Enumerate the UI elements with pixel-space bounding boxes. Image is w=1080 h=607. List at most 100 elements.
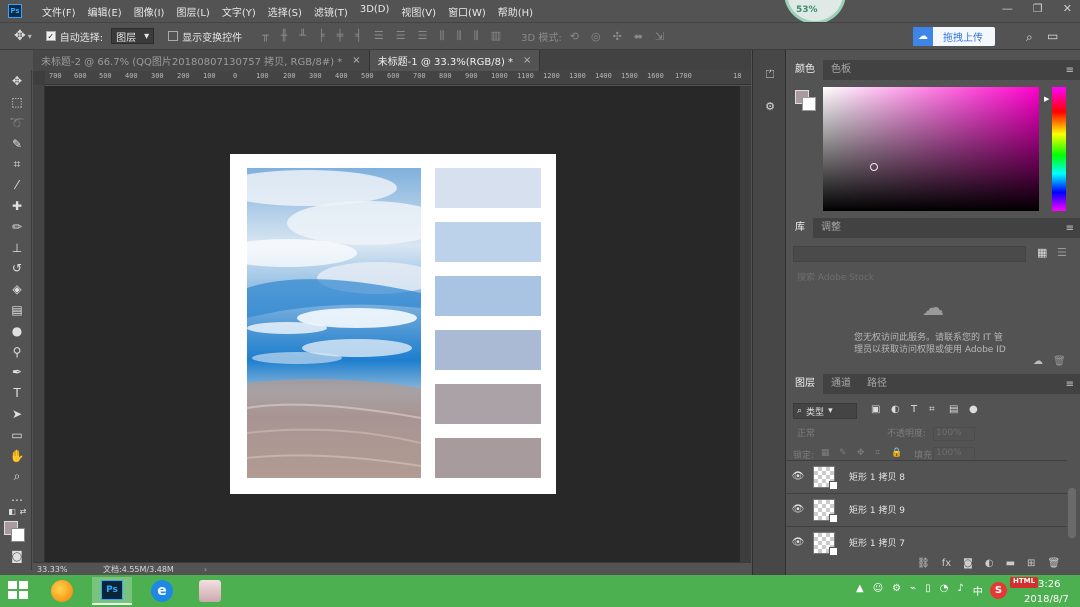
pen-icon[interactable]: ✒ (9, 364, 25, 380)
sogou-input-icon[interactable]: S (990, 582, 1007, 599)
restore-icon[interactable]: ❐ (1033, 2, 1043, 15)
3d-rotate-icon[interactable]: ⟲ (570, 30, 579, 43)
horizontal-ruler[interactable]: 700 600 500 400 300 200 100 0 100 200 30… (45, 71, 751, 85)
vertical-scrollbar[interactable] (740, 86, 751, 562)
performance-widget[interactable]: 53% (784, 0, 846, 24)
new-layer-icon[interactable]: ⊞ (1027, 558, 1035, 569)
clock-date[interactable]: 2018/8/7 (1024, 594, 1069, 605)
taskbar-folder-app[interactable] (42, 577, 82, 605)
distribute-left-icon[interactable]: ⫼ (440, 29, 445, 43)
tab-channels[interactable]: 通道 (823, 374, 859, 394)
tab-swatches[interactable]: 色板 (823, 60, 859, 80)
3d-roll-icon[interactable]: ◎ (591, 30, 601, 43)
opacity-input[interactable]: 100% (933, 427, 975, 441)
properties-panel-icon[interactable]: ⚙ (763, 100, 777, 114)
show-transform-checkbox[interactable] (168, 31, 179, 41)
gradient-icon[interactable]: ▤ (9, 302, 25, 318)
layers-scrollbar[interactable] (1068, 488, 1076, 538)
taskbar-photoshop-app[interactable]: Ps (92, 577, 132, 605)
marquee-icon[interactable]: ⬚ (9, 94, 25, 110)
visibility-eye-icon[interactable]: 👁 (787, 471, 809, 482)
menu-image[interactable]: 图像(I) (128, 4, 171, 19)
tab-layers[interactable]: 图层 (787, 374, 823, 394)
align-hcenter-icon[interactable]: ╪ (337, 29, 344, 43)
color-swatch-6[interactable] (435, 438, 541, 478)
color-picker-cursor[interactable] (870, 163, 878, 171)
filter-toggle-icon[interactable]: ● (969, 404, 978, 415)
vertical-ruler[interactable] (33, 85, 45, 563)
clone-stamp-icon[interactable]: ⊥ (9, 240, 25, 256)
panel-background-swatch[interactable] (802, 97, 816, 111)
panel-menu-icon[interactable]: ≡ (1066, 379, 1074, 390)
type-icon[interactable]: T (9, 385, 25, 401)
adjustment-layer-icon[interactable]: ◐ (985, 558, 994, 569)
distribute-right-icon[interactable]: ⫼ (474, 29, 479, 43)
blur-icon[interactable]: ● (9, 323, 25, 339)
tab-color[interactable]: 颜色 (787, 60, 823, 80)
distribute-vcenter-icon[interactable]: ☰ (396, 29, 406, 43)
healing-brush-icon[interactable]: ✚ (9, 198, 25, 214)
layer-name[interactable]: 矩形 1 拷贝 7 (849, 536, 905, 549)
qq-icon[interactable]: ☺ (873, 583, 883, 598)
3d-pan-icon[interactable]: ✣ (613, 30, 622, 43)
move-tool-icon[interactable]: ✥ (14, 28, 26, 44)
layer-row[interactable]: 👁 矩形 1 拷贝 7 (787, 526, 1067, 558)
dodge-icon[interactable]: ⚲ (9, 344, 25, 360)
history-brush-icon[interactable]: ↺ (9, 260, 25, 276)
taskbar-photo-app[interactable] (190, 577, 230, 605)
tab-document-2[interactable]: 未标题-2 @ 66.7% (QQ图片20180807130757 拷贝, RG… (33, 50, 370, 71)
align-left-icon[interactable]: ╞ (318, 29, 325, 43)
minimize-icon[interactable]: — (1002, 2, 1013, 15)
color-swatch-5[interactable] (435, 384, 541, 424)
quick-select-icon[interactable]: ✎ (9, 136, 25, 152)
close-icon[interactable]: × (352, 55, 360, 66)
tray-wifi-icon[interactable]: ◔ (940, 583, 949, 598)
brush-icon[interactable]: ✏ (9, 219, 25, 235)
hue-slider[interactable] (1052, 87, 1066, 211)
color-picker-field[interactable] (823, 87, 1039, 211)
clock-time[interactable]: 3:26 (1038, 579, 1060, 590)
menu-file[interactable]: 文件(F) (36, 4, 82, 19)
background-color-swatch[interactable] (11, 528, 25, 542)
path-select-icon[interactable]: ➤ (9, 406, 25, 422)
menu-3d[interactable]: 3D(D) (354, 4, 396, 19)
auto-align-icon[interactable]: ▥ (491, 29, 501, 43)
zoom-icon[interactable]: ⌕ (9, 468, 25, 484)
distribute-bottom-icon[interactable]: ☰ (418, 29, 428, 43)
panel-menu-icon[interactable]: ≡ (1066, 223, 1074, 234)
delete-layer-icon[interactable]: 🗑 (1047, 558, 1060, 569)
menu-help[interactable]: 帮助(H) (492, 4, 539, 19)
new-group-icon[interactable]: ▬ (1006, 558, 1015, 569)
drag-upload-button[interactable]: ☁ 拖拽上传 (913, 27, 995, 46)
color-swatch-3[interactable] (435, 276, 541, 316)
tab-adjustments[interactable]: 调整 (813, 218, 849, 238)
crop-icon[interactable]: ⌗ (9, 156, 25, 172)
rectangle-icon[interactable]: ▭ (9, 427, 25, 443)
layer-name[interactable]: 矩形 1 拷贝 8 (849, 470, 905, 483)
tray-app-icon[interactable]: ⚙ (892, 583, 901, 598)
filter-shape-icon[interactable]: ⌗ (929, 404, 935, 415)
align-bottom-icon[interactable]: ╨ (299, 29, 306, 43)
tray-network-icon[interactable]: ⌁ (910, 583, 916, 598)
close-icon[interactable]: ✕ (1063, 2, 1072, 15)
panel-menu-icon[interactable]: ≡ (1066, 65, 1074, 76)
move-icon[interactable]: ✥ (9, 73, 25, 89)
menu-filter[interactable]: 滤镜(T) (308, 4, 354, 19)
visibility-eye-icon[interactable]: 👁 (787, 504, 809, 515)
input-method-icon[interactable]: 中 (973, 583, 983, 598)
layer-filter-dropdown[interactable]: ⌕ 类型 ▾ (793, 403, 857, 419)
align-vcenter-icon[interactable]: ╫ (281, 29, 288, 43)
windows-start-icon[interactable] (8, 581, 30, 601)
color-swatch-2[interactable] (435, 222, 541, 262)
workspace-icon[interactable]: ▭ (1047, 29, 1058, 43)
align-top-icon[interactable]: ╥ (262, 29, 269, 43)
tray-battery-icon[interactable]: ▯ (925, 583, 931, 598)
lock-position-icon[interactable]: ✥ (857, 448, 865, 458)
auto-select-target-dropdown[interactable]: 图层 ▾ (111, 28, 155, 44)
more-tools-icon[interactable]: … (9, 489, 25, 505)
lock-pixels-icon[interactable]: ✎ (839, 448, 847, 458)
tab-paths[interactable]: 路径 (859, 374, 895, 394)
show-hidden-icons-icon[interactable]: ▲ (856, 583, 864, 598)
3d-scale-icon[interactable]: ⇲ (655, 30, 664, 43)
lasso-icon[interactable]: ➰ (9, 115, 25, 131)
